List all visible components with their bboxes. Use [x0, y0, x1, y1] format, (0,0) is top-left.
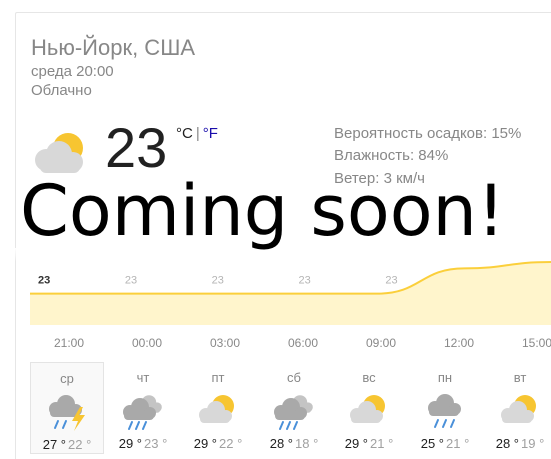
- partly-cloudy-icon: [350, 395, 385, 423]
- day-name: пн: [437, 370, 453, 385]
- day-forecast[interactable]: ср 27 ° 22 °: [30, 362, 104, 454]
- low-temperature: 22 °: [219, 436, 243, 451]
- condition-text: Облачно: [31, 82, 92, 99]
- day-forecast[interactable]: вс 29 ° 21 °: [332, 362, 406, 454]
- hour-label: 09:00: [365, 336, 397, 350]
- hour-label: 00:00: [131, 336, 163, 350]
- high-temperature: 29 °: [193, 436, 217, 451]
- day-name: сб: [287, 370, 301, 385]
- chart-value-label: 23: [38, 275, 50, 287]
- rain-cloud-icon: [274, 395, 313, 430]
- day-temperatures: 28 ° 19 °: [483, 436, 551, 451]
- chart-value-label: 23: [299, 275, 311, 287]
- coming-soon-banner: Coming soon!: [20, 170, 505, 252]
- unit-separator: |: [195, 125, 200, 142]
- day-temperatures: 25 ° 21 °: [408, 436, 482, 451]
- day-name: вт: [513, 370, 527, 385]
- unit-switcher: °C | °F: [176, 125, 218, 142]
- hour-label: 03:00: [209, 336, 241, 350]
- rain-icon: [428, 394, 461, 428]
- low-temperature: 23 °: [144, 436, 168, 451]
- low-temperature: 19 °: [521, 436, 545, 451]
- high-temperature: 29 °: [118, 436, 142, 451]
- day-forecast[interactable]: пт 29 ° 22 °: [181, 362, 255, 454]
- weather-widget: Нью-Йорк, США среда 20:00 Облачно 23 °C |…: [0, 0, 551, 459]
- low-temperature: 22 °: [68, 437, 92, 452]
- low-temperature: 21 °: [370, 436, 394, 451]
- day-name: пт: [211, 370, 225, 385]
- day-forecast[interactable]: сб 28 ° 18 °: [257, 362, 331, 454]
- chart-value-label: 23: [385, 275, 397, 287]
- low-temperature: 18 °: [295, 436, 319, 451]
- day-name: ср: [60, 371, 74, 386]
- day-name: чт: [136, 370, 150, 385]
- high-temperature: 28 °: [495, 436, 519, 451]
- high-temperature: 27 °: [42, 437, 66, 452]
- day-temperatures: 28 ° 18 °: [257, 436, 331, 451]
- hour-label: 06:00: [287, 336, 319, 350]
- location-title: Нью-Йорк, США: [31, 35, 196, 60]
- unit-fahrenheit[interactable]: °F: [203, 125, 218, 142]
- high-temperature: 25 °: [420, 436, 444, 451]
- unit-celsius[interactable]: °C: [176, 125, 193, 142]
- rain-cloud-icon: [123, 395, 162, 430]
- partly-cloudy-icon: [199, 395, 234, 423]
- precipitation-chance: Вероятность осадков: 15%: [334, 125, 522, 142]
- hour-label: 15:00: [521, 336, 551, 350]
- day-time: среда 20:00: [31, 63, 114, 80]
- chart-value-label: 23: [125, 275, 137, 287]
- day-forecast[interactable]: пн 25 ° 21 °: [408, 362, 482, 454]
- thunderstorm-icon: [49, 395, 85, 431]
- day-temperatures: 29 ° 23 °: [106, 436, 180, 451]
- day-temperatures: 29 ° 21 °: [332, 436, 406, 451]
- day-name: вс: [362, 370, 376, 385]
- current-temperature: 23: [105, 116, 168, 179]
- chart-value-label: 23: [212, 275, 224, 287]
- low-temperature: 21 °: [446, 436, 470, 451]
- partly-cloudy-icon: [501, 395, 536, 423]
- day-temperatures: 29 ° 22 °: [181, 436, 255, 451]
- day-forecast[interactable]: чт 29 ° 23 °: [106, 362, 180, 454]
- hour-label: 21:00: [53, 336, 85, 350]
- day-forecast[interactable]: вт 28 ° 19 °: [483, 362, 551, 454]
- high-temperature: 28 °: [269, 436, 293, 451]
- day-temperatures: 27 ° 22 °: [31, 437, 103, 452]
- high-temperature: 29 °: [344, 436, 368, 451]
- hour-label: 12:00: [443, 336, 475, 350]
- humidity: Влажность: 84%: [334, 147, 449, 164]
